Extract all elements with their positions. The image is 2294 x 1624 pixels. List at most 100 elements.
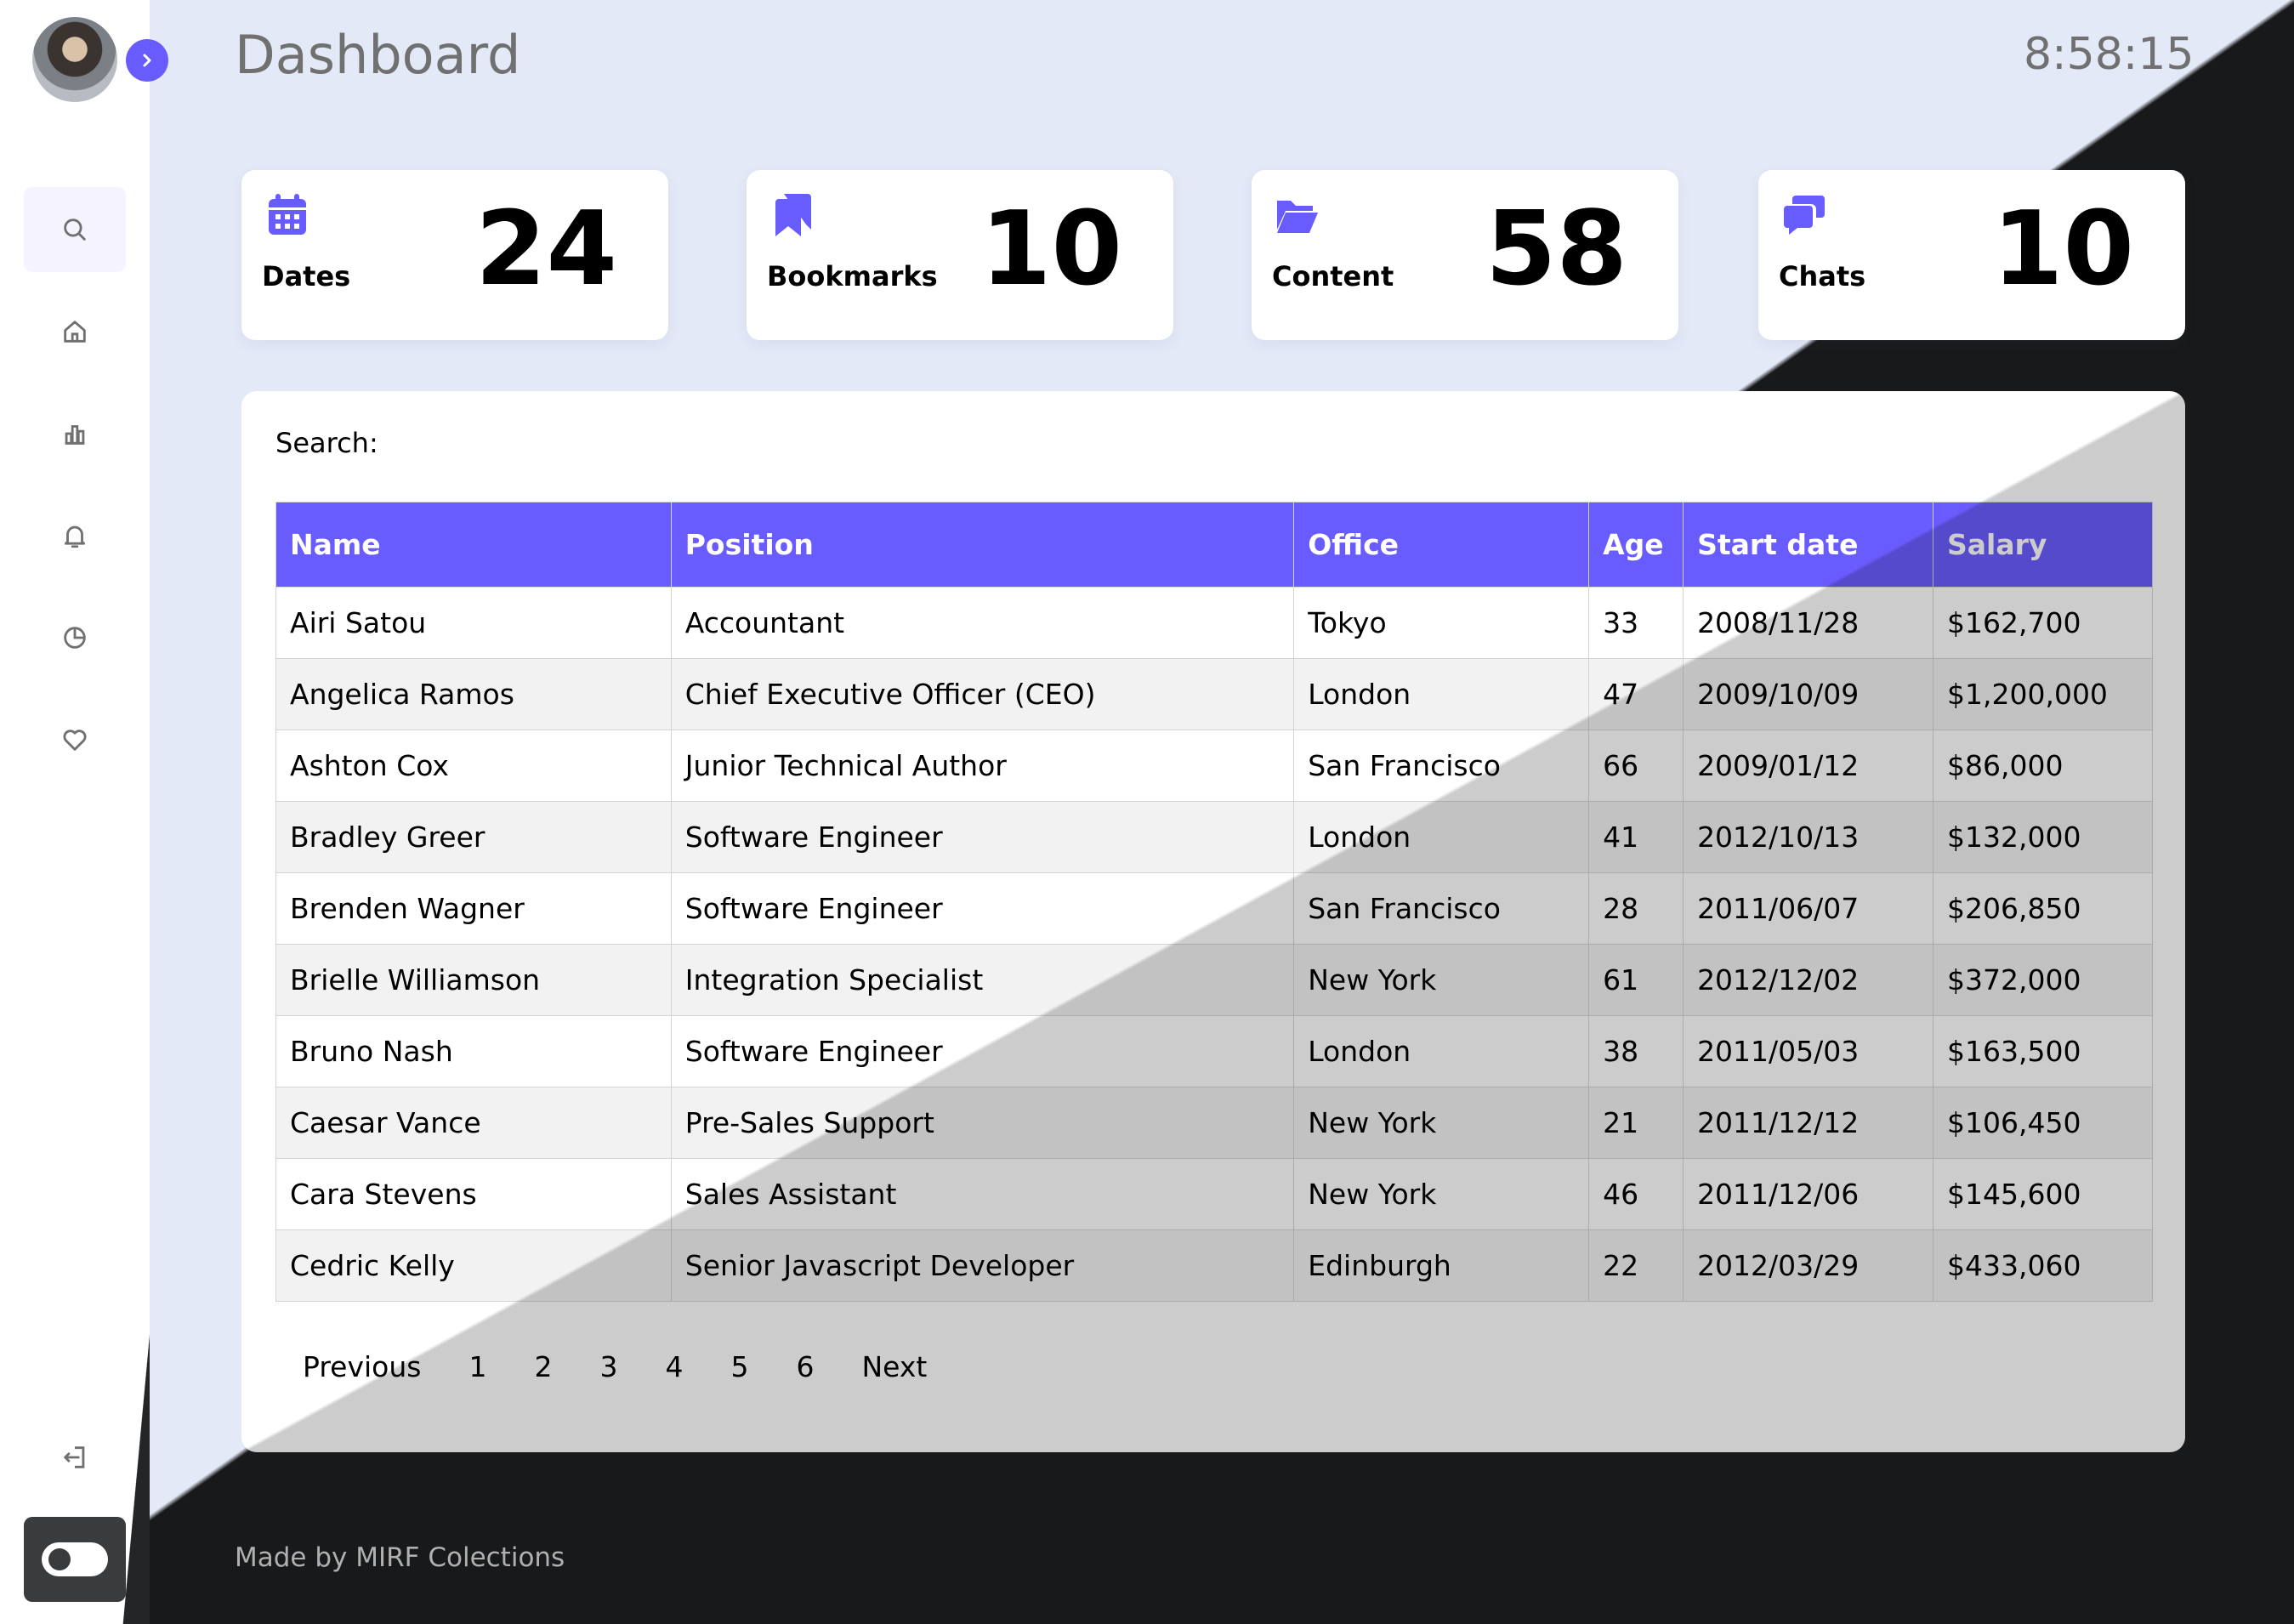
search-label: Search:	[275, 427, 378, 459]
footer-credit: Made by MIRF Colections	[235, 1542, 565, 1573]
cell-name: Cedric Kelly	[275, 1229, 672, 1302]
table-row: Bradley Greer Software Engineer London 4…	[275, 801, 2154, 873]
cell-start-date: 2009/01/12	[1683, 730, 1933, 802]
column-header-age[interactable]: Age	[1588, 502, 1684, 588]
pagination-page-2[interactable]: 2	[534, 1350, 552, 1383]
table-header-row: Name Position Office Age Start date Sala…	[275, 502, 2154, 588]
cell-age: 33	[1588, 587, 1684, 659]
cell-start-date: 2011/06/07	[1683, 872, 1933, 945]
column-header-salary[interactable]: Salary	[1932, 502, 2154, 588]
cell-age: 28	[1588, 872, 1684, 945]
cell-position: Integration Specialist	[670, 944, 1295, 1016]
chevron-right-icon	[143, 54, 151, 67]
column-header-position[interactable]: Position	[670, 502, 1295, 588]
stat-value: 24	[475, 190, 617, 309]
cell-office: San Francisco	[1293, 730, 1590, 802]
sidebar-item-analytics[interactable]	[24, 391, 126, 476]
cell-age: 22	[1588, 1229, 1684, 1302]
dark-mode-toggle[interactable]	[24, 1517, 126, 1602]
cell-start-date: 2011/12/06	[1683, 1158, 1933, 1230]
cell-name: Brenden Wagner	[275, 872, 672, 945]
pagination-previous[interactable]: Previous	[303, 1350, 421, 1383]
stat-value: 10	[980, 190, 1122, 309]
cell-age: 66	[1588, 730, 1684, 802]
pagination-page-3[interactable]: 3	[599, 1350, 617, 1383]
pagination: Previous 1 2 3 4 5 6 Next	[303, 1350, 974, 1383]
sidebar-toggle-button[interactable]	[126, 39, 168, 82]
pie-chart-icon	[64, 627, 86, 649]
bookmarks-icon	[775, 194, 811, 236]
cell-name: Ashton Cox	[275, 730, 672, 802]
cell-name: Airi Satou	[275, 587, 672, 659]
stat-value: 58	[1485, 190, 1627, 309]
cell-position: Software Engineer	[670, 872, 1295, 945]
column-header-office[interactable]: Office	[1293, 502, 1590, 588]
pagination-page-6[interactable]: 6	[796, 1350, 814, 1383]
cell-name: Angelica Ramos	[275, 658, 672, 730]
chat-bubbles-icon	[1784, 196, 1825, 235]
cell-start-date: 2012/12/02	[1683, 944, 1933, 1016]
cell-salary: $145,600	[1932, 1158, 2154, 1230]
logout-icon	[64, 1446, 85, 1468]
sidebar-item-history[interactable]	[24, 595, 126, 680]
column-header-name[interactable]: Name	[275, 502, 672, 588]
cell-position: Software Engineer	[670, 1015, 1295, 1087]
page-title: Dashboard	[235, 24, 521, 86]
cell-office: New York	[1293, 1158, 1590, 1230]
cell-salary: $372,000	[1932, 944, 2154, 1016]
cell-name: Bruno Nash	[275, 1015, 672, 1087]
table-row: Caesar Vance Pre-Sales Support New York …	[275, 1087, 2154, 1159]
cell-office: San Francisco	[1293, 872, 1590, 945]
sidebar-item-home[interactable]	[24, 289, 126, 374]
cell-start-date: 2009/10/09	[1683, 658, 1933, 730]
cell-salary: $1,200,000	[1932, 658, 2154, 730]
cell-office: London	[1293, 801, 1590, 873]
stat-label: Content	[1272, 260, 1394, 292]
pagination-page-1[interactable]: 1	[468, 1350, 486, 1383]
avatar[interactable]	[32, 17, 117, 102]
cell-age: 61	[1588, 944, 1684, 1016]
cell-salary: $206,850	[1932, 872, 2154, 945]
pagination-page-5[interactable]: 5	[730, 1350, 748, 1383]
cell-age: 47	[1588, 658, 1684, 730]
cell-position: Chief Executive Officer (CEO)	[670, 658, 1295, 730]
sidebar-item-favorites[interactable]	[24, 697, 126, 782]
pagination-page-4[interactable]: 4	[665, 1350, 683, 1383]
data-table-panel: Search: Name Position Office Age Start d…	[241, 391, 2185, 1452]
cell-name: Cara Stevens	[275, 1158, 672, 1230]
cell-start-date: 2008/11/28	[1683, 587, 1933, 659]
switch-icon[interactable]	[42, 1542, 108, 1576]
calendar-icon	[269, 194, 306, 235]
table-row: Cara Stevens Sales Assistant New York 46…	[275, 1158, 2154, 1230]
stat-label: Dates	[262, 260, 351, 292]
cell-name: Caesar Vance	[275, 1087, 672, 1159]
sidebar-item-logout[interactable]	[24, 1415, 126, 1500]
cell-office: London	[1293, 1015, 1590, 1087]
stat-card-chats: Chats 10	[1758, 170, 2185, 340]
cell-age: 38	[1588, 1015, 1684, 1087]
table-row: Ashton Cox Junior Technical Author San F…	[275, 730, 2154, 802]
search-icon	[64, 219, 86, 241]
stat-card-dates: Dates 24	[241, 170, 668, 340]
column-header-start-date[interactable]: Start date	[1683, 502, 1933, 588]
clock: 8:58:15	[2024, 29, 2195, 80]
table-row: Brenden Wagner Software Engineer San Fra…	[275, 872, 2154, 945]
heart-icon	[63, 730, 87, 751]
bell-icon	[64, 525, 86, 548]
home-icon	[64, 321, 86, 343]
cell-age: 21	[1588, 1087, 1684, 1159]
cell-age: 41	[1588, 801, 1684, 873]
pagination-next[interactable]: Next	[861, 1350, 927, 1383]
table-row: Brielle Williamson Integration Specialis…	[275, 944, 2154, 1016]
sidebar-item-notifications[interactable]	[24, 493, 126, 578]
cell-start-date: 2011/12/12	[1683, 1087, 1933, 1159]
cell-salary: $433,060	[1932, 1229, 2154, 1302]
cell-salary: $132,000	[1932, 801, 2154, 873]
cell-office: New York	[1293, 1087, 1590, 1159]
cell-salary: $86,000	[1932, 730, 2154, 802]
cell-office: New York	[1293, 944, 1590, 1016]
stat-card-content: Content 58	[1252, 170, 1678, 340]
cell-position: Senior Javascript Developer	[670, 1229, 1295, 1302]
cell-salary: $162,700	[1932, 587, 2154, 659]
sidebar-item-search[interactable]	[24, 187, 126, 272]
